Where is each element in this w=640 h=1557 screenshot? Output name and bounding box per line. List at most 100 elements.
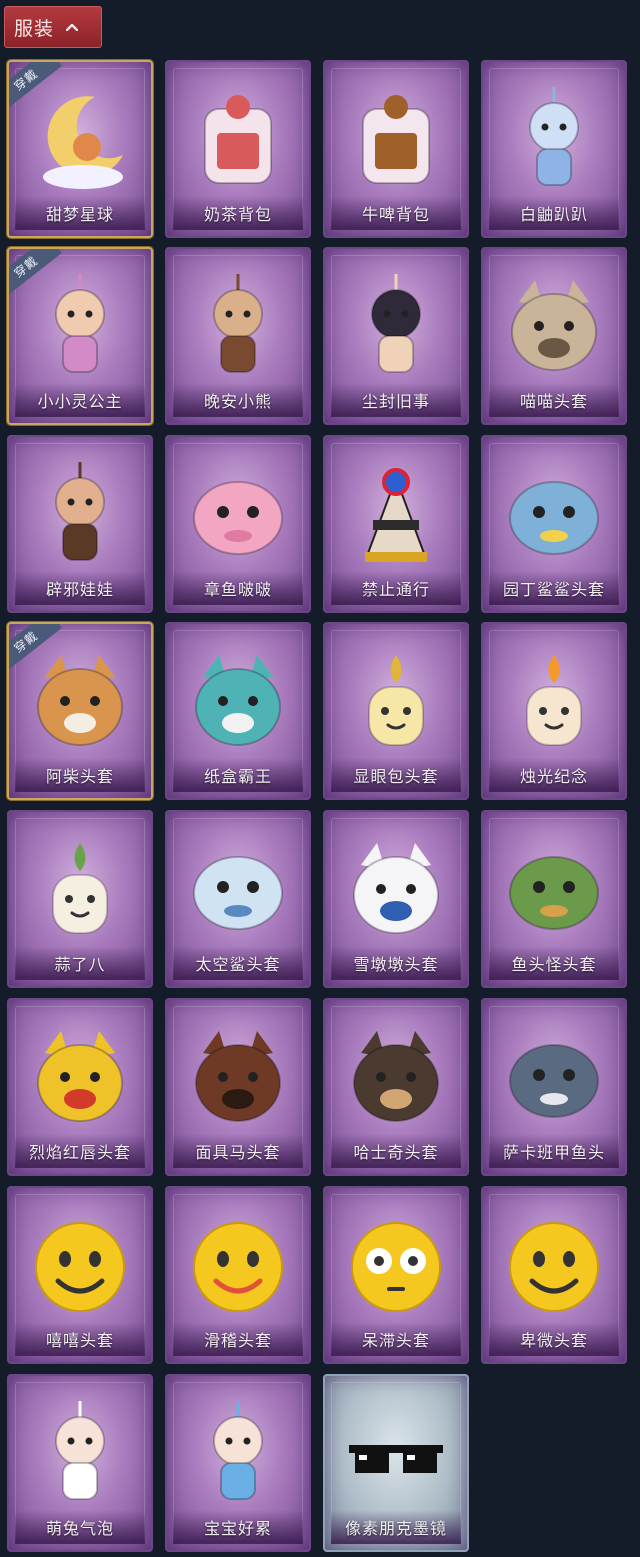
dream-moon-icon	[43, 96, 123, 189]
outfit-art	[167, 1390, 309, 1518]
outfit-art	[167, 451, 309, 579]
pixel-sunglasses-icon	[349, 1445, 443, 1473]
outfit-art	[167, 826, 309, 954]
outfit-card[interactable]: 面具马头套	[165, 998, 311, 1176]
outfit-art	[9, 1390, 151, 1518]
little-princess-icon	[55, 274, 105, 373]
outfit-art	[325, 826, 467, 954]
outfit-name: 呆滞头套	[331, 1322, 461, 1356]
outfit-card[interactable]: 小小灵公主 穿戴	[7, 247, 153, 425]
outfit-card[interactable]: 嘻嘻头套	[7, 1186, 153, 1364]
outfit-card[interactable]: 宝宝好累	[165, 1374, 311, 1552]
outfit-art	[167, 1202, 309, 1330]
bunny-bubble-icon	[55, 1401, 105, 1500]
outfit-card[interactable]: 园丁鲨鲨头套	[481, 435, 627, 613]
bulb-head-icon	[368, 655, 424, 746]
outfit-name: 辟邪娃娃	[15, 571, 145, 605]
outfit-name: 喵喵头套	[489, 383, 619, 417]
outfit-art	[483, 638, 625, 766]
outfit-card[interactable]: 蒜了八	[7, 810, 153, 988]
outfit-name: 奶茶背包	[173, 196, 303, 230]
chevron-up-icon	[66, 23, 79, 31]
dazed-emoji-icon	[351, 1222, 441, 1312]
outfit-card[interactable]: 太空鲨头套	[165, 810, 311, 988]
outfit-card[interactable]: 辟邪娃娃	[7, 435, 153, 613]
outfit-card[interactable]: 像素朋克墨镜	[323, 1374, 469, 1552]
outfit-name: 太空鲨头套	[173, 946, 303, 980]
outfit-art	[9, 76, 151, 204]
outfit-card[interactable]: 阿柴头套 穿戴	[7, 622, 153, 800]
outfit-name: 雪墩墩头套	[331, 946, 461, 980]
outfit-card[interactable]: 白鼬趴趴	[481, 60, 627, 238]
snowman-head-icon	[353, 843, 439, 934]
outfit-name: 嘻嘻头套	[15, 1322, 145, 1356]
outfit-art	[325, 1014, 467, 1142]
candle-icon	[526, 655, 582, 746]
outfit-card[interactable]: 烛光纪念	[481, 622, 627, 800]
outfit-card[interactable]: 萌兔气泡	[7, 1374, 153, 1552]
outfit-art	[483, 826, 625, 954]
outfit-card[interactable]: 哈士奇头套	[323, 998, 469, 1176]
outfit-card[interactable]: 禁止通行	[323, 435, 469, 613]
white-ferret-icon	[529, 87, 579, 186]
octopus-icon	[193, 481, 283, 555]
outfit-card[interactable]: 奶茶背包	[165, 60, 311, 238]
outfit-card[interactable]: 萨卡班甲鱼头	[481, 998, 627, 1176]
outfit-art	[325, 1390, 467, 1518]
outfit-card[interactable]: 尘封旧事	[323, 247, 469, 425]
outfit-name: 小小灵公主	[15, 383, 145, 417]
outfit-card[interactable]: 鱼头怪头套	[481, 810, 627, 988]
outfit-card[interactable]: 呆滞头套	[323, 1186, 469, 1364]
outfit-card[interactable]: 牛啤背包	[323, 60, 469, 238]
outfit-name: 晚安小熊	[173, 383, 303, 417]
outfit-art	[9, 826, 151, 954]
outfit-name: 章鱼啵啵	[173, 571, 303, 605]
outfit-name: 显眼包头套	[331, 758, 461, 792]
funny-emoji-icon	[193, 1222, 283, 1312]
outfit-card[interactable]: 甜梦星球 穿戴	[7, 60, 153, 238]
outfit-card[interactable]: 卑微头套	[481, 1186, 627, 1364]
outfit-card[interactable]: 滑稽头套	[165, 1186, 311, 1364]
outfit-name: 白鼬趴趴	[489, 196, 619, 230]
charm-doll-icon	[55, 462, 105, 561]
outfit-card[interactable]: 喵喵头套	[481, 247, 627, 425]
outfit-card[interactable]: 雪墩墩头套	[323, 810, 469, 988]
outfit-card[interactable]: 晚安小熊	[165, 247, 311, 425]
outfit-name: 宝宝好累	[173, 1510, 303, 1544]
red-lips-head-icon	[37, 1031, 123, 1122]
outfit-name: 面具马头套	[173, 1134, 303, 1168]
grin-emoji-icon	[35, 1222, 125, 1312]
tired-baby-icon	[213, 1401, 263, 1500]
outfit-art	[9, 263, 151, 391]
outfit-art	[167, 638, 309, 766]
cat-head-icon	[511, 280, 597, 371]
dusty-prince-icon	[371, 274, 421, 373]
outfit-card[interactable]: 纸盒霸王	[165, 622, 311, 800]
horse-mask-icon	[195, 1031, 281, 1122]
clothing-category-toggle[interactable]: 服装	[4, 6, 102, 48]
space-shark-icon	[193, 856, 283, 930]
outfit-card[interactable]: 烈焰红唇头套	[7, 998, 153, 1176]
outfit-name: 蒜了八	[15, 946, 145, 980]
outfit-card[interactable]: 章鱼啵啵	[165, 435, 311, 613]
outfit-art	[483, 1014, 625, 1142]
outfit-art	[483, 451, 625, 579]
outfit-name: 尘封旧事	[331, 383, 461, 417]
goodnight-bear-icon	[213, 274, 263, 373]
outfit-name: 烛光纪念	[489, 758, 619, 792]
outfit-card[interactable]: 显眼包头套	[323, 622, 469, 800]
outfit-art	[325, 263, 467, 391]
outfit-name: 像素朋克墨镜	[331, 1510, 461, 1544]
outfit-art	[167, 1014, 309, 1142]
outfit-name: 萌兔气泡	[15, 1510, 145, 1544]
outfit-art	[325, 451, 467, 579]
milktea-backpack-icon	[204, 95, 272, 184]
humble-emoji-icon	[509, 1222, 599, 1312]
clothing-category-label: 服装	[14, 17, 55, 40]
outfit-name: 滑稽头套	[173, 1322, 303, 1356]
outfit-name: 鱼头怪头套	[489, 946, 619, 980]
outfit-art	[167, 263, 309, 391]
outfit-art	[9, 1014, 151, 1142]
outfit-art	[9, 1202, 151, 1330]
cow-beer-backpack-icon	[362, 95, 430, 184]
